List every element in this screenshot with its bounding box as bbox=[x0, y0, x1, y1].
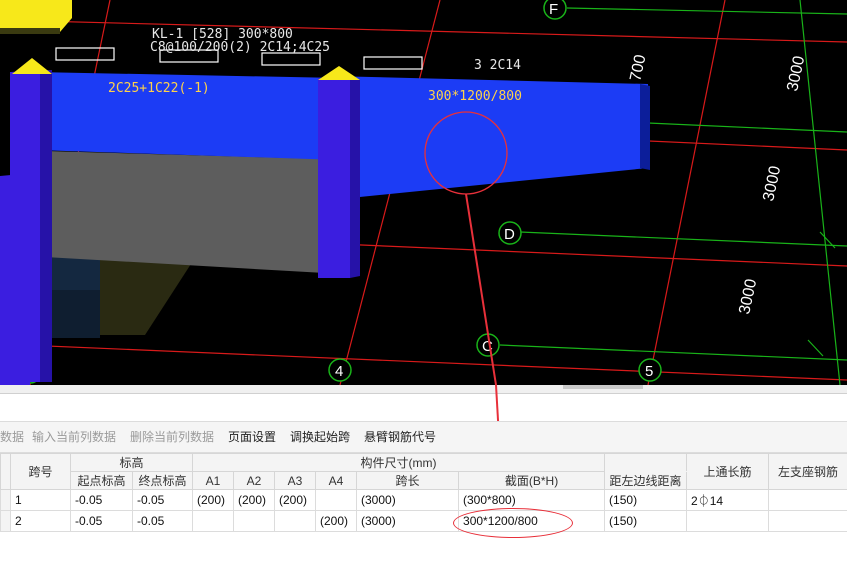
column-middle bbox=[318, 78, 350, 278]
col-header-a3: A3 bbox=[274, 471, 317, 490]
cell-a4[interactable] bbox=[315, 489, 358, 511]
col-header-left-support: 左支座钢筋 bbox=[768, 453, 847, 490]
cell-left-edge[interactable]: (150) bbox=[604, 510, 688, 532]
svg-text:F: F bbox=[549, 1, 558, 18]
col-header-a2: A2 bbox=[233, 471, 276, 490]
cell-span-len[interactable]: (3000) bbox=[356, 510, 460, 532]
col-header-blank bbox=[604, 453, 688, 472]
cell-left-edge[interactable]: (150) bbox=[604, 489, 688, 511]
cell-a2[interactable]: (200) bbox=[233, 489, 276, 511]
cell-end-elev[interactable]: -0.05 bbox=[131, 489, 194, 511]
cell-a4[interactable]: (200) bbox=[315, 510, 358, 532]
cell-a2[interactable] bbox=[233, 510, 276, 532]
svg-text:5: 5 bbox=[645, 363, 653, 380]
axis-bubble-5: 5 bbox=[638, 358, 662, 382]
axis-bubble-f: F bbox=[543, 0, 567, 20]
table-row[interactable]: 1 -0.05 -0.05 (200) (200) (200) (3000) (… bbox=[0, 489, 847, 511]
cell-left-support[interactable] bbox=[768, 489, 847, 511]
cad-3d-viewport[interactable]: F D C 4 5 3 700 3000 3000 3000 bbox=[0, 0, 847, 385]
col-header-member-size: 构件尺寸(mm) bbox=[192, 453, 606, 472]
cell-top-bar[interactable] bbox=[686, 510, 770, 532]
cell-a1[interactable] bbox=[192, 510, 235, 532]
svg-text:4: 4 bbox=[335, 363, 343, 380]
cell-start-elev[interactable]: -0.05 bbox=[70, 489, 133, 511]
svg-text:D: D bbox=[504, 226, 515, 243]
beam-stirrup-label: C8@100/200(2) 2C14;4C25 bbox=[150, 40, 330, 55]
table-row[interactable]: 2 -0.05 -0.05 (200) (3000) 300*1200/800 … bbox=[0, 510, 847, 532]
beam-table-panel: 数据 输入当前列数据 删除当前列数据 页面设置 调换起始跨 悬臂钢筋代号 跨号 … bbox=[0, 385, 847, 578]
cell-span[interactable]: 1 bbox=[10, 489, 71, 511]
cell-span-len[interactable]: (3000) bbox=[356, 489, 460, 511]
table-toolbar: 数据 输入当前列数据 删除当前列数据 页面设置 调换起始跨 悬臂钢筋代号 bbox=[0, 421, 847, 453]
axis-bubble-4: 4 bbox=[328, 358, 352, 382]
row-selector[interactable] bbox=[0, 510, 11, 532]
table-header-row-1: 跨号 标高 构件尺寸(mm) 上通长筋 左支座钢筋 bbox=[0, 453, 847, 490]
beam-span-table: 跨号 标高 构件尺寸(mm) 上通长筋 左支座钢筋 起点标高 终点标高 A1 A… bbox=[0, 453, 847, 532]
beam-side-face bbox=[10, 150, 360, 275]
col-header-span-len: 跨长 bbox=[356, 471, 460, 490]
splitter-grip[interactable] bbox=[563, 385, 643, 389]
row-header-corner bbox=[0, 453, 11, 490]
span2-section-label: 300*1200/800 bbox=[428, 89, 522, 104]
col-header-end-elev: 终点标高 bbox=[131, 471, 194, 490]
cell-a1[interactable]: (200) bbox=[192, 489, 235, 511]
toolbar-data-button[interactable]: 数据 bbox=[0, 428, 24, 445]
col-header-elevation: 标高 bbox=[69, 453, 194, 472]
column-edge bbox=[0, 174, 30, 385]
row-selector[interactable] bbox=[0, 489, 11, 511]
col-header-a1: A1 bbox=[192, 471, 235, 490]
swap-start-span-button[interactable]: 调换起始跨 bbox=[290, 428, 350, 445]
beam-top-bar-label: 3 2C14 bbox=[474, 58, 521, 73]
yellow-block bbox=[0, 0, 72, 32]
cell-a3[interactable]: (200) bbox=[274, 489, 317, 511]
col-header-span-no: 跨号 bbox=[10, 453, 71, 490]
cantilever-rebar-code-button[interactable]: 悬臂钢筋代号 bbox=[364, 428, 436, 445]
cell-top-bar[interactable]: 2⏀14 bbox=[686, 489, 770, 511]
col-header-top-bar: 上通长筋 bbox=[686, 453, 770, 490]
col-header-start-elev: 起点标高 bbox=[70, 471, 133, 490]
cell-a3[interactable] bbox=[274, 510, 317, 532]
cell-start-elev[interactable]: -0.05 bbox=[70, 510, 133, 532]
page-setup-button[interactable]: 页面设置 bbox=[228, 428, 276, 445]
col-header-left-edge: 距左边线距离 bbox=[604, 471, 688, 490]
delete-current-column-button[interactable]: 删除当前列数据 bbox=[130, 428, 214, 445]
annotation-oval bbox=[453, 508, 573, 538]
cell-left-support[interactable] bbox=[768, 510, 847, 532]
panel-splitter[interactable] bbox=[0, 385, 847, 394]
span1-bottom-label: 2C25+1C22(-1) bbox=[108, 81, 210, 96]
input-current-column-button[interactable]: 输入当前列数据 bbox=[32, 428, 116, 445]
axis-bubble-d: D bbox=[498, 221, 522, 245]
cell-span[interactable]: 2 bbox=[10, 510, 71, 532]
col-header-section: 截面(B*H) bbox=[458, 471, 606, 490]
cell-section[interactable]: (300*800) bbox=[458, 489, 606, 511]
col-header-a4: A4 bbox=[315, 471, 358, 490]
cell-end-elev[interactable]: -0.05 bbox=[131, 510, 194, 532]
